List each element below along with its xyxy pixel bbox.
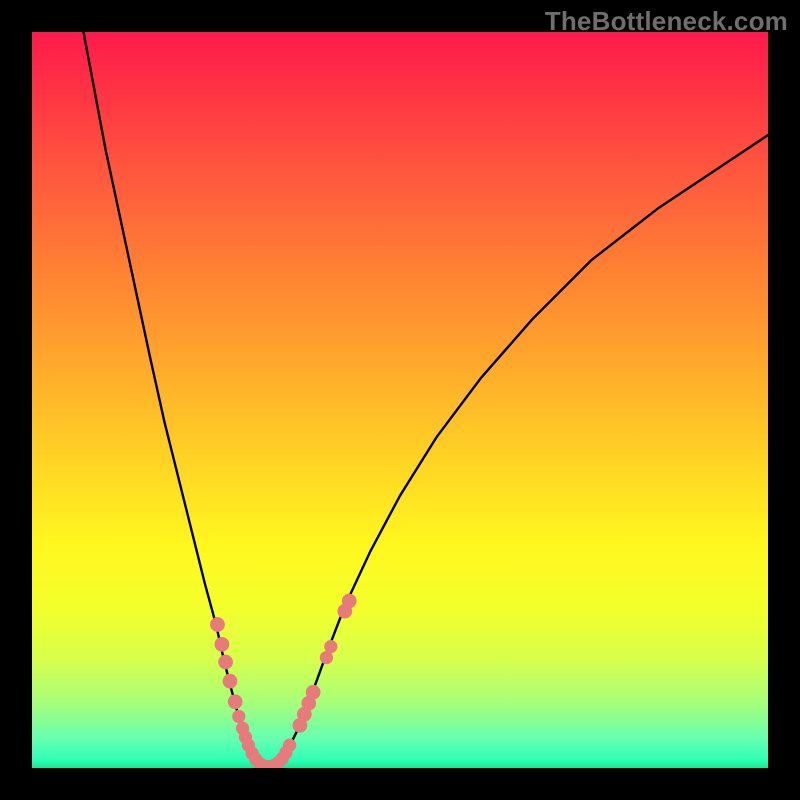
data-marker <box>306 685 321 700</box>
marker-group <box>210 594 356 768</box>
data-marker <box>210 617 225 632</box>
data-marker <box>342 594 357 609</box>
data-marker <box>283 739 296 752</box>
curve-right-branch <box>275 135 768 766</box>
curve-group <box>84 32 768 767</box>
data-marker <box>324 640 337 653</box>
chart-svg <box>32 32 768 768</box>
data-marker <box>215 637 230 652</box>
chart-frame: TheBottleneck.com <box>0 0 800 800</box>
data-marker <box>228 694 243 709</box>
data-marker <box>232 710 245 723</box>
curve-left-branch <box>84 32 261 767</box>
plot-area <box>32 32 768 768</box>
data-marker <box>218 655 233 670</box>
data-marker <box>223 674 238 689</box>
